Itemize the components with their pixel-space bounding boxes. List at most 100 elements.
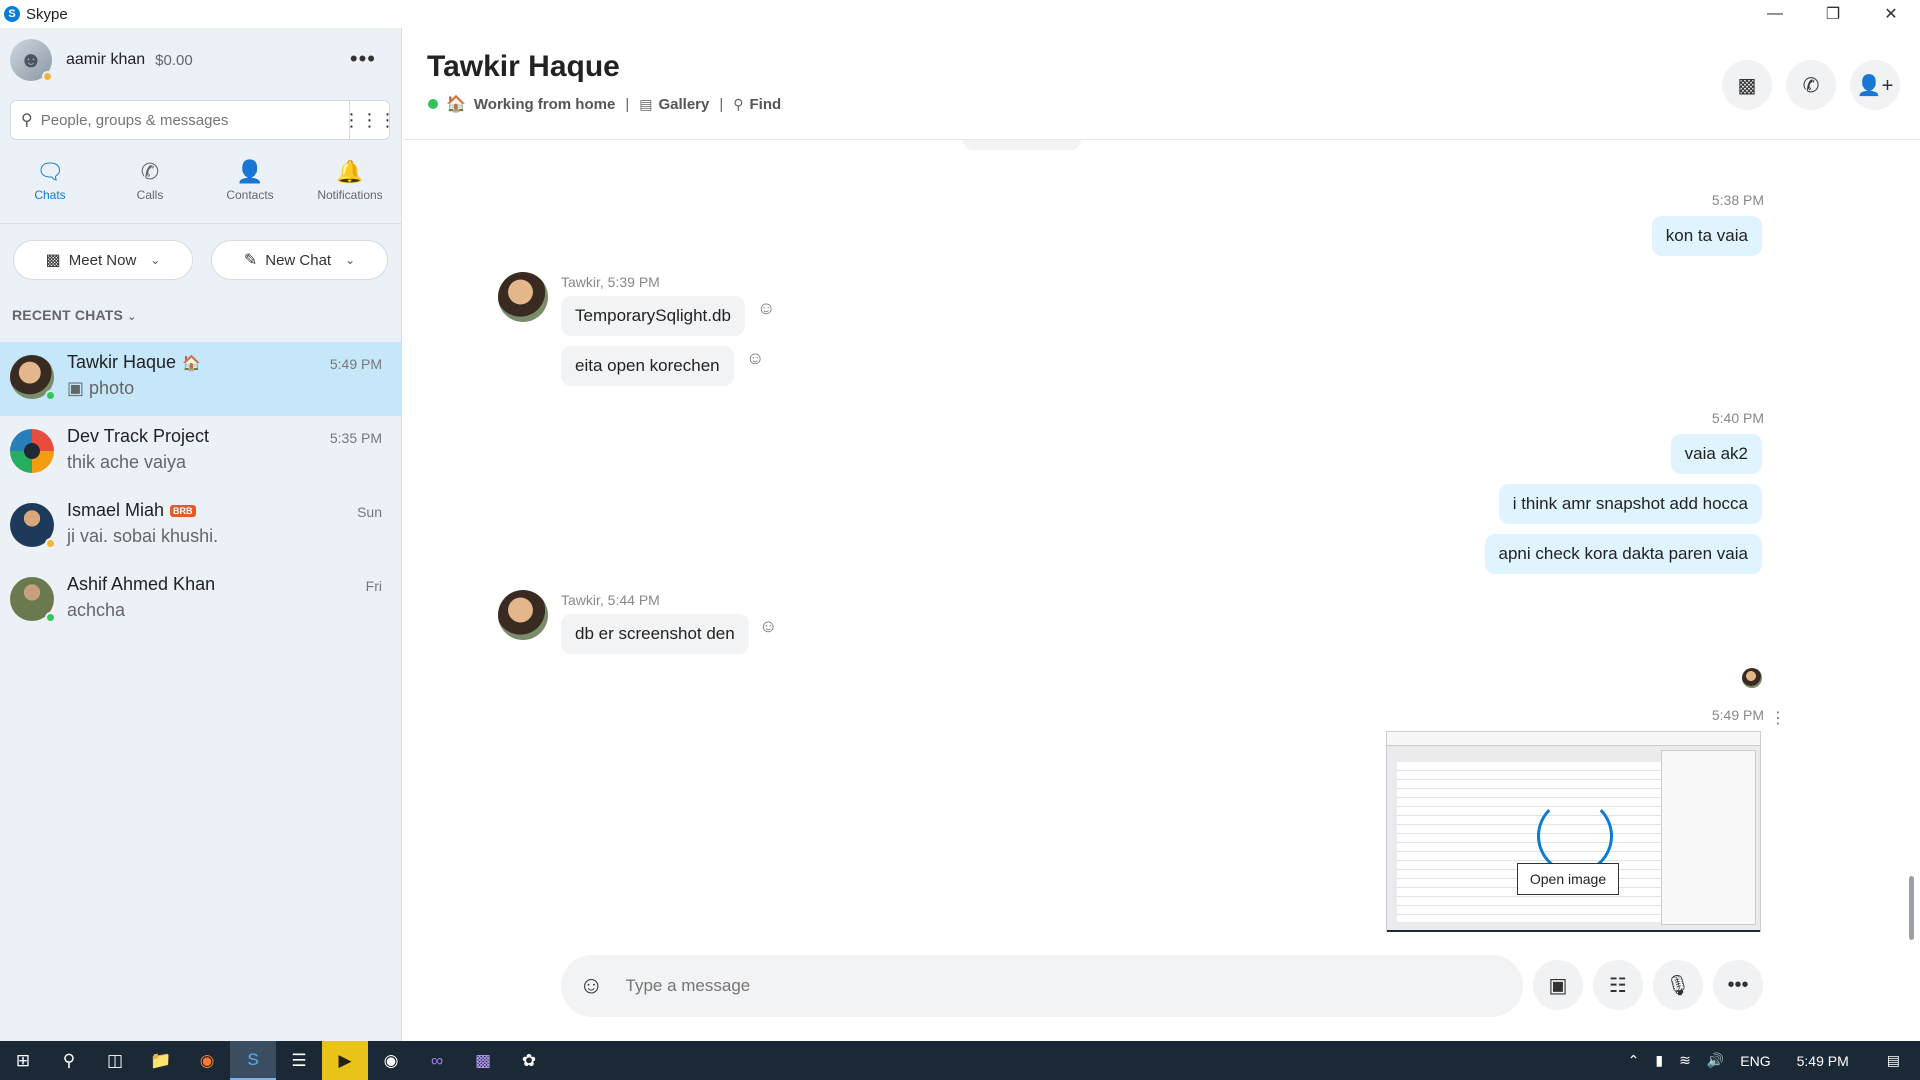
contact-name[interactable]: Tawkir Haque [427, 50, 620, 84]
wifi-icon[interactable]: ≋ [1679, 1052, 1691, 1069]
app-icon[interactable]: ✿ [506, 1041, 552, 1080]
add-files-button[interactable]: ▣ [1533, 960, 1583, 1010]
tab-notifications[interactable]: 🔔 Notifications [300, 158, 400, 218]
video-call-button[interactable]: ▩ [1722, 60, 1772, 110]
message-timestamp: 5:38 PM [1711, 192, 1764, 208]
chat-time: 5:35 PM [329, 430, 382, 446]
contact-subrow: 🏠 Working from home | ▤ Gallery | ⚲ Find [428, 94, 781, 114]
firefox-icon[interactable]: ◉ [184, 1041, 230, 1080]
chat-item-dev-track-project[interactable]: Dev Track Project thik ache vaiya 5:35 P… [0, 416, 402, 490]
gallery-link[interactable]: Gallery [658, 96, 709, 113]
outgoing-message[interactable]: apni check kora dakta paren vaia [1484, 534, 1762, 574]
search-icon[interactable]: ⚲ [46, 1041, 92, 1080]
task-view-icon[interactable]: ◫ [92, 1041, 138, 1080]
outgoing-message[interactable]: vaia ak2 [1670, 434, 1762, 474]
audio-call-button[interactable]: ✆ [1786, 60, 1836, 110]
windows-taskbar: ⊞ ⚲ ◫ 📁 ◉ S ☰ ▶ ◉ ∞ ▩ ✿ ⌃ ▮ ≋ 🔊 ENG 5:49… [0, 1041, 1920, 1080]
file-explorer-icon[interactable]: 📁 [138, 1041, 184, 1080]
chat-item-ismael-miah[interactable]: Ismael Miah BRB ji vai. sobai khushi. Sun [0, 490, 402, 564]
dialpad-icon[interactable]: ⋮⋮⋮ [343, 101, 397, 139]
reaction-icon[interactable]: ☺ [746, 348, 764, 369]
outgoing-message[interactable]: kon ta vaia [1651, 216, 1762, 256]
avatar [10, 503, 56, 549]
incoming-message[interactable]: eita open korechen [561, 346, 734, 386]
avatar-center [24, 443, 40, 459]
chat-time: Fri [365, 578, 382, 594]
image-preview-table [1397, 762, 1662, 922]
meet-now-button[interactable]: ▩ Meet Now ⌄ [13, 240, 193, 280]
new-chat-button[interactable]: ✎ New Chat ⌄ [211, 240, 388, 280]
chat-item-ashif-ahmed-khan[interactable]: Ashif Ahmed Khan achcha Fri [0, 564, 402, 638]
message-list: 5:38 PM kon ta vaia Tawkir, 5:39 PM Temp… [403, 140, 1920, 932]
image-preview-panel [1661, 750, 1756, 925]
conversation-panel: Tawkir Haque 🏠 Working from home | ▤ Gal… [403, 28, 1920, 1041]
chevron-up-icon[interactable]: ⌃ [1628, 1052, 1640, 1069]
close-icon[interactable]: ✕ [1862, 0, 1920, 28]
incoming-message[interactable]: db er screenshot den [561, 614, 749, 654]
video-icon: ▩ [1737, 74, 1757, 97]
chat-icon: 🗨 [36, 159, 64, 184]
volume-icon[interactable]: 🔊 [1707, 1052, 1724, 1069]
chat-item-tawkir-haque[interactable]: Tawkir Haque 🏠 ▣ photo 5:49 PM [0, 342, 402, 416]
image-file-icon: ▣ [1548, 974, 1568, 997]
online-status-icon [428, 99, 438, 109]
phone-icon: ✆ [1802, 74, 1820, 97]
read-receipt-avatar [1742, 668, 1762, 688]
recent-chats-header[interactable]: RECENT CHATS ⌄ [12, 307, 137, 323]
database-icon[interactable]: ☰ [276, 1041, 322, 1080]
start-icon[interactable]: ⊞ [0, 1041, 46, 1080]
user-avatar[interactable]: ☻ [10, 39, 53, 82]
message-input[interactable] [625, 976, 1446, 996]
image-attachment[interactable]: Open image [1386, 731, 1761, 932]
chat-name: Dev Track Project [67, 426, 210, 446]
chrome-icon[interactable]: ◉ [368, 1041, 414, 1080]
restore-icon[interactable]: ❐ [1804, 0, 1862, 28]
chat-preview: ▣ photo [67, 378, 134, 399]
image-icon: ▣ [67, 378, 85, 398]
profile-name: aamir khan [66, 51, 146, 68]
more-vertical-icon[interactable]: ⋮ [1770, 708, 1786, 728]
separator: | [719, 95, 724, 113]
visual-studio-icon[interactable]: ∞ [414, 1041, 460, 1080]
chat-name: Ismael Miah BRB [67, 500, 196, 521]
action-center-icon[interactable]: ▤ [1887, 1052, 1900, 1069]
skype-credit[interactable]: $0.00 [155, 52, 193, 69]
record-audio-button[interactable]: 🎙 [1653, 960, 1703, 1010]
send-contact-button[interactable]: ☷ [1593, 960, 1643, 1010]
skype-taskbar-icon[interactable]: S [230, 1041, 276, 1080]
terminal-icon[interactable]: ▩ [460, 1041, 506, 1080]
find-link[interactable]: Find [750, 96, 782, 113]
more-options-icon[interactable]: ••• [350, 46, 376, 72]
add-person-icon: 👤+ [1856, 74, 1894, 97]
system-tray: ⌃ ▮ ≋ 🔊 ENG 5:49 PM ▤ [1620, 1041, 1920, 1080]
tab-label: Calls [136, 188, 164, 202]
media-player-icon[interactable]: ▶ [322, 1041, 368, 1080]
avatar [10, 577, 56, 623]
new-chat-label: New Chat [265, 251, 332, 269]
video-icon: ▩ [45, 252, 61, 269]
message-timestamp: 5:40 PM [1711, 410, 1764, 426]
more-options-button[interactable]: ••• [1713, 960, 1763, 1010]
open-image-button[interactable]: Open image [1517, 863, 1619, 895]
emoji-icon[interactable]: ☺ [579, 972, 604, 1000]
language-indicator[interactable]: ENG [1740, 1053, 1770, 1069]
profile-header[interactable]: ☻ aamir khan $0.00 ••• [10, 38, 390, 82]
scrollbar[interactable] [1909, 876, 1914, 940]
tab-chats[interactable]: 🗨 Chats [0, 158, 100, 218]
search-icon: ⚲ [733, 95, 744, 112]
add-people-button[interactable]: 👤+ [1850, 60, 1900, 110]
battery-icon[interactable]: ▮ [1655, 1052, 1663, 1069]
gallery-icon: ▤ [639, 95, 653, 112]
search-input[interactable] [40, 111, 341, 129]
outgoing-message[interactable]: i think amr snapshot add hocca [1498, 484, 1762, 524]
incoming-message[interactable]: TemporarySqlight.db [561, 296, 745, 336]
reaction-icon[interactable]: ☺ [757, 298, 775, 319]
minimize-icon[interactable]: — [1746, 0, 1804, 28]
tab-calls[interactable]: ✆ Calls [100, 158, 200, 218]
clock[interactable]: 5:49 PM [1797, 1053, 1849, 1069]
contacts-icon: 👤 [236, 159, 264, 184]
reaction-icon[interactable]: ☺ [759, 616, 777, 637]
tab-contacts[interactable]: 👤 Contacts [200, 158, 300, 218]
meet-now-label: Meet Now [68, 251, 137, 269]
window-controls: — ❐ ✕ [1746, 0, 1920, 28]
